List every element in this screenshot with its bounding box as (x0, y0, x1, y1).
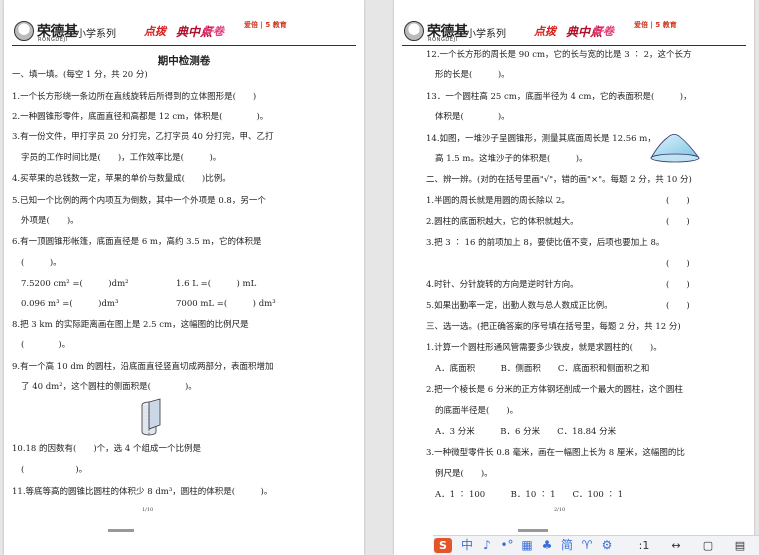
question-line: 14.如图，一堆沙子呈圆锥形，测量其底面周长是 12.56 m， (426, 134, 656, 144)
footer-mark (108, 529, 134, 532)
question-line: 3.有一份文件，甲打字员 20 分打完，乙打字员 40 分打完，甲、乙打 (12, 132, 274, 142)
brand-logo-icon (404, 21, 424, 41)
question-line: 7.5200 cm² =( )dm² (21, 279, 129, 289)
answer-bracket: ( ) (666, 217, 690, 227)
brand-sub: RONGDEJI (428, 37, 458, 43)
question-line: 4.时针、分针旋转的方向是逆时针方向。 (426, 280, 579, 290)
section-heading: 三、选一选。(把正确答案的序号填在括号里，每题 2 分，共 12 分) (426, 322, 681, 332)
question-line: 8.把 3 km 的实际距离画在图上是 2.5 cm，这幅图的比例尺是 (12, 320, 249, 330)
question-line: 4.买苹果的总钱数一定，苹果的单价与数量成( )比例。 (12, 174, 231, 184)
option-line: A．底面积 B．侧面积 C．底面积和侧面积之和 (435, 364, 650, 374)
question-line: 10.18 的因数有( )个，选 4 个组成一个比例是 (12, 444, 201, 454)
answer-bracket: ( ) (666, 280, 690, 290)
brand-series: 小学系列 (466, 29, 506, 40)
brand-deco: 好卷 (592, 25, 614, 38)
question-line: 7000 mL =( ) dm³ (176, 299, 276, 309)
question-line: 12.一个长方形的周长是 90 cm，它的长与宽的比是 3 ∶ 2，这个长方 (426, 50, 692, 60)
question-line: 1.一个长方形绕一条边所在直线旋转后所得到的立体图形是( ) (12, 92, 257, 102)
section-heading: 二、辨一辨。(对的在括号里画"√"，错的画"×"。每题 2 分，共 10 分) (426, 175, 692, 185)
skin-icon[interactable]: ♈ (579, 538, 595, 553)
question-line: 11.等底等高的圆锥比圆柱的体积少 8 dm³，圆柱的体积是( )。 (12, 487, 273, 497)
ime-logo-icon[interactable]: S (434, 538, 452, 553)
ime-toolbar: S 中 ♪ •° ▦ ♣ 简 ♈ ⚙ :1 ↔ ▢ ▤ (433, 535, 759, 555)
question-line: 6.有一顶圆锥形帐篷，底面直径是 6 m，高约 3.5 m，它的体积是 (12, 237, 262, 247)
brand-logo-icon (14, 21, 34, 41)
document-page-2: 荣德基 RONGDEJI 小学系列 点拨 典中点 好卷 爱倍 | 5 教育 12… (394, 0, 754, 555)
brand-deco: 点拨 (144, 25, 166, 38)
question-line: 了 40 dm²，这个圆柱的侧面积是( )。 (21, 382, 197, 392)
punctuation-icon[interactable]: •° (499, 538, 515, 553)
question-line: 高 1.5 m。这堆沙子的体积是( )。 (435, 154, 588, 164)
question-line: 字员的工作时间比是( )，工作效率比是( )。 (21, 153, 222, 163)
brand-deco: 好卷 (202, 25, 224, 38)
question-line: 2.把一个棱长是 6 分米的正方体钢坯削成一个最大的圆柱，这个圆柱 (426, 385, 683, 395)
question-line: ( )。 (21, 465, 88, 475)
question-line: 形的长是( )。 (435, 70, 510, 80)
brand-deco: 点拨 (534, 25, 556, 38)
brand-sub: RONGDEJI (38, 37, 68, 43)
simplified-mode-icon[interactable]: 简 (559, 538, 575, 553)
question-line: 1.计算一个圆柱形通风管需要多少铁皮，就是求圆柱的( )。 (426, 343, 662, 353)
question-line: 的底面半径是( )。 (435, 406, 519, 416)
page-number: 2/10 (554, 507, 566, 513)
brand-header: 荣德基 RONGDEJI 小学系列 点拨 典中点 好卷 爱倍 | 5 教育 (12, 20, 356, 46)
answer-bracket: ( ) (666, 301, 690, 311)
document-page-1: 荣德基 RONGDEJI 小学系列 点拨 典中点 好卷 爱倍 | 5 教育 期中… (4, 0, 364, 555)
fit-width-icon[interactable]: ↔ (665, 538, 687, 553)
question-line: 例尺是( )。 (435, 469, 493, 479)
section-heading: 一、填一填。(每空 1 分，共 20 分) (12, 70, 148, 80)
double-page-icon[interactable]: ▤ (729, 538, 751, 553)
question-line: 5.已知一个比例的两个内项互为倒数，其中一个外项是 0.8，另一个 (12, 196, 266, 206)
page-number: 1/10 (142, 507, 154, 513)
question-line: 外项是( )。 (21, 216, 79, 226)
voice-input-icon[interactable]: ♪ (479, 538, 495, 553)
question-line: 2.一种圆锥形零件，底面直径和高都是 12 cm，体积是( )。 (12, 112, 269, 122)
brand-deco: 爱倍 | 5 教育 (634, 21, 677, 29)
question-line: 13．一个圆柱高 25 cm，底面半径为 4 cm，它的表面积是( )， (426, 92, 692, 102)
brand-header: 荣德基 RONGDEJI 小学系列 点拨 典中点 好卷 爱倍 | 5 教育 (402, 20, 746, 46)
question-line: 0.096 m³ =( )dm³ (21, 299, 119, 309)
sand-cone-figure (650, 134, 700, 163)
answer-bracket: ( ) (666, 196, 690, 206)
chinese-mode-icon[interactable]: 中 (459, 538, 475, 553)
option-line: A．3 分米 B．6 分米 C．18.84 分米 (435, 427, 617, 437)
question-line: ( )。 (21, 258, 62, 268)
single-page-icon[interactable]: ▢ (697, 538, 719, 553)
settings-gear-icon[interactable]: ⚙ (599, 538, 615, 553)
keyboard-icon[interactable]: ▦ (519, 538, 535, 553)
question-line: ( )。 (21, 340, 71, 350)
footer-mark (518, 529, 548, 532)
option-line: A．1 ∶ 100 B．10 ∶ 1 C．100 ∶ 1 (435, 490, 624, 500)
question-line: 5.如果出勤率一定，出勤人数与总人数成正比例。 (426, 301, 613, 311)
page-title: 期中检测卷 (157, 55, 211, 67)
question-line: 3.把 3 ∶ 16 的前项加上 8，要使比值不变，后项也要加上 8。 (426, 238, 665, 248)
brand-deco: 爱倍 | 5 教育 (244, 21, 287, 29)
question-line: 1.6 L =( ) mL (176, 279, 257, 289)
brand-series: 小学系列 (76, 29, 116, 40)
question-line: 2.圆柱的底面积越大，它的体积就越大。 (426, 217, 579, 227)
answer-bracket: ( ) (666, 259, 690, 269)
question-line: 9.有一个高 10 dm 的圆柱，沿底面直径竖直切成两部分，表面积增加 (12, 362, 274, 372)
emoji-icon[interactable]: ♣ (539, 538, 555, 553)
question-line: 1.半圆的周长就是用圆的周长除以 2。 (426, 196, 570, 206)
question-line: 3.一种微型零件长 0.8 毫米，画在一幅图上长为 8 厘米，这幅图的比 (426, 448, 685, 458)
question-line: 体积是( )。 (435, 112, 510, 122)
split-cylinder-figure (141, 398, 161, 436)
zoom-ratio-icon[interactable]: :1 (633, 538, 655, 553)
